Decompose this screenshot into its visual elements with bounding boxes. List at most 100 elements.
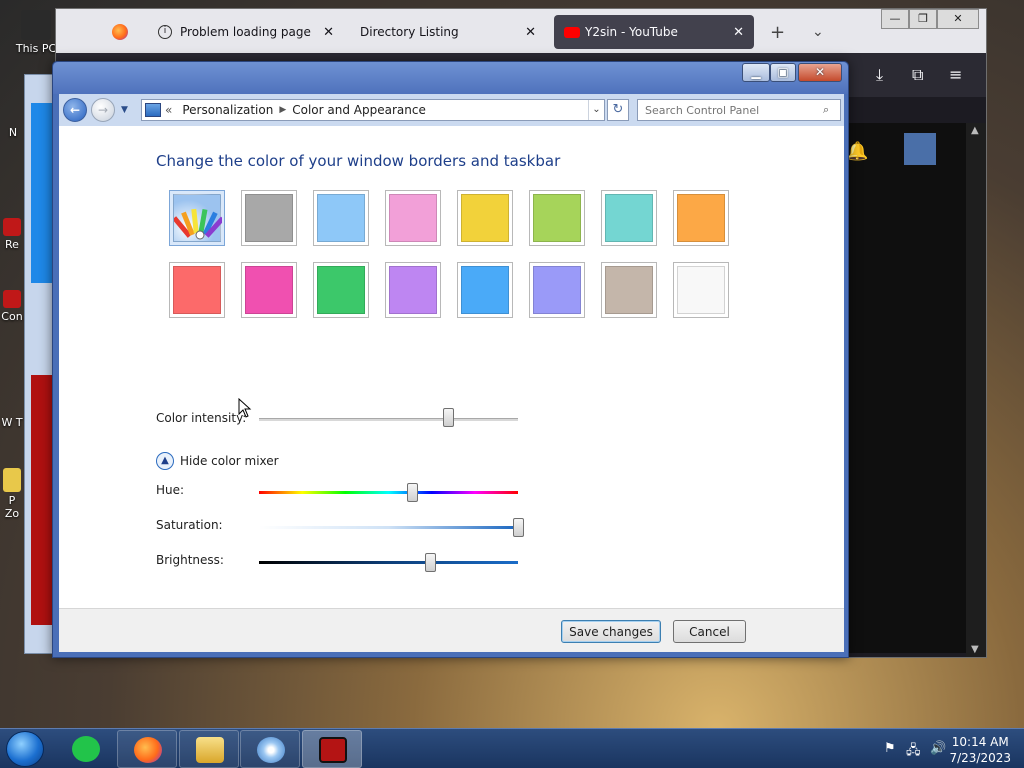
- color-swatch-teal[interactable]: [601, 190, 657, 246]
- color-swatch-pink[interactable]: [385, 190, 441, 246]
- firefox-icon: [112, 24, 128, 40]
- color-swatch-yellow[interactable]: [457, 190, 513, 246]
- minimize-button[interactable]: ▁: [742, 63, 770, 82]
- refresh-button[interactable]: ↻: [607, 99, 629, 121]
- tab-problem-loading[interactable]: i Problem loading page ✕: [148, 15, 344, 49]
- address-bar[interactable]: « Personalization ▶ Color and Appearance…: [141, 99, 605, 121]
- tab-directory-listing[interactable]: Directory Listing ✕: [350, 15, 546, 49]
- tab-youtube[interactable]: Y2sin - YouTube ✕: [554, 15, 754, 49]
- new-tab-button[interactable]: +: [760, 15, 788, 49]
- color-swatch-green[interactable]: [313, 262, 369, 318]
- breadcrumb-color-appearance[interactable]: Color and Appearance: [292, 103, 426, 117]
- saturation-slider[interactable]: [513, 518, 524, 537]
- search-input[interactable]: [637, 99, 841, 121]
- color-swatch-periwinkle[interactable]: [529, 262, 585, 318]
- volume-icon[interactable]: 🔊: [930, 741, 946, 756]
- color-swatch-red[interactable]: [169, 262, 225, 318]
- avatar[interactable]: [904, 133, 936, 165]
- desktop-icon-this-pc[interactable]: This PC: [14, 10, 58, 55]
- brightness-slider[interactable]: [424, 553, 436, 572]
- close-icon: ✕: [814, 65, 826, 79]
- saturation-label: Saturation:: [156, 518, 223, 532]
- taskbar-app-media[interactable]: [240, 730, 300, 768]
- forward-arrow-icon: →: [97, 103, 109, 117]
- color-swatch-white[interactable]: [673, 262, 729, 318]
- tab-label: Directory Listing: [360, 25, 459, 39]
- bell-icon[interactable]: 🔔: [846, 141, 868, 162]
- brightness-label: Brightness:: [156, 553, 224, 567]
- page-scrollbar[interactable]: ▲ ▼: [966, 123, 986, 657]
- desktop-icon-p[interactable]: P Zo: [0, 468, 24, 520]
- close-icon[interactable]: ✕: [525, 25, 536, 40]
- start-button[interactable]: [6, 731, 44, 767]
- swatch-fill: [677, 266, 725, 314]
- action-center-icon[interactable]: ⚑: [884, 741, 896, 756]
- maximize-button[interactable]: ❐: [909, 9, 937, 29]
- scroll-down-icon[interactable]: ▼: [971, 644, 979, 655]
- download-icon[interactable]: ⤓: [876, 65, 883, 85]
- search-icon[interactable]: ⌕: [823, 103, 829, 117]
- forward-button[interactable]: →: [91, 98, 115, 122]
- address-dropdown[interactable]: ⌄: [588, 100, 604, 120]
- close-icon[interactable]: ✕: [733, 25, 744, 40]
- color-intensity-slider[interactable]: [443, 408, 455, 427]
- swatch-fill: [317, 194, 365, 242]
- youtube-content: 🔔: [846, 123, 986, 653]
- hide-color-mixer-toggle[interactable]: ▲ Hide color mixer: [156, 452, 279, 470]
- taskbar-app-control-panel[interactable]: [302, 730, 362, 768]
- control-panel-window[interactable]: ▁ ▣ ✕ ← → ▼ « Personalization ▶ Color an…: [52, 61, 849, 658]
- minimize-button[interactable]: —: [881, 9, 909, 29]
- chevron-right-icon[interactable]: ▶: [279, 105, 286, 115]
- close-icon: ✕: [953, 12, 963, 25]
- desktop-icon-n[interactable]: N: [2, 126, 24, 139]
- taskbar-app-explorer[interactable]: [179, 730, 239, 768]
- back-button[interactable]: ←: [63, 98, 87, 122]
- desktop-icon-label: N: [8, 126, 18, 139]
- maximize-button[interactable]: ▣: [770, 63, 796, 82]
- taskbar-app-firefox[interactable]: [117, 730, 177, 768]
- list-tabs-button[interactable]: ⌄: [802, 15, 830, 49]
- disc-icon: [257, 737, 285, 763]
- close-icon[interactable]: ✕: [323, 25, 334, 40]
- color-swatch-magenta[interactable]: [241, 262, 297, 318]
- title-bar[interactable]: ▁ ▣ ✕: [53, 62, 848, 94]
- color-swatch-orange[interactable]: [673, 190, 729, 246]
- desktop-icon-con[interactable]: Con: [0, 290, 24, 323]
- saturation-track[interactable]: [259, 526, 518, 529]
- color-swatch-lime[interactable]: [529, 190, 585, 246]
- hue-slider[interactable]: [406, 483, 418, 502]
- color-swatch-sky[interactable]: [313, 190, 369, 246]
- color-swatch-blue[interactable]: [457, 262, 513, 318]
- desktop-icon-label: P Zo: [4, 494, 20, 520]
- extensions-icon[interactable]: ⧉: [912, 65, 923, 85]
- menu-icon[interactable]: ≡: [949, 65, 962, 84]
- brightness-track[interactable]: [259, 561, 518, 564]
- desktop-icon-re[interactable]: Re: [0, 218, 24, 251]
- minimize-icon: —: [889, 12, 901, 25]
- cancel-button[interactable]: Cancel: [673, 620, 746, 643]
- taskbar-app-notes[interactable]: [56, 730, 116, 768]
- swatch-fill: [172, 194, 225, 242]
- hue-track[interactable]: [259, 491, 518, 494]
- scroll-up-icon[interactable]: ▲: [971, 125, 979, 136]
- color-swatch-custom[interactable]: [169, 190, 225, 246]
- recent-pages-button[interactable]: ▼: [121, 105, 128, 115]
- network-icon[interactable]: 🖧: [906, 741, 921, 763]
- tab-firefox[interactable]: [102, 15, 146, 49]
- color-swatch-taupe[interactable]: [601, 262, 657, 318]
- color-intensity-label: Color intensity:: [156, 411, 247, 425]
- breadcrumb-overflow[interactable]: «: [165, 103, 172, 117]
- swatch-fill: [677, 194, 725, 242]
- save-changes-button[interactable]: Save changes: [561, 620, 661, 643]
- color-swatch-gray[interactable]: [241, 190, 297, 246]
- swatch-fill: [245, 194, 293, 242]
- desktop-icon-w[interactable]: W T: [0, 416, 24, 429]
- breadcrumb-personalization[interactable]: Personalization: [182, 103, 273, 117]
- close-button[interactable]: ✕: [798, 63, 842, 82]
- desktop-icon-label: W T: [1, 416, 23, 429]
- system-clock[interactable]: 10:14 AM 7/23/2023: [949, 734, 1011, 766]
- close-button[interactable]: ✕: [937, 9, 979, 29]
- color-intensity-track[interactable]: [259, 418, 518, 421]
- clock-time: 10:14 AM: [951, 735, 1009, 749]
- color-swatch-violet[interactable]: [385, 262, 441, 318]
